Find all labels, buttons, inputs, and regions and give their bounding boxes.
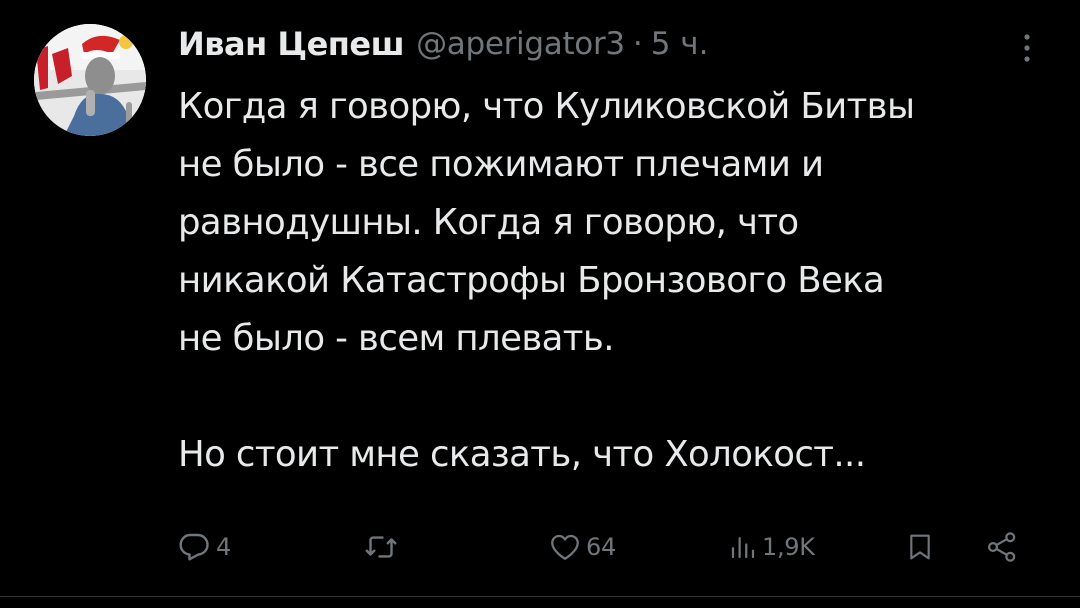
- tweet-actions: 4 64 1,9K: [0, 525, 1080, 569]
- reply-button[interactable]: 4: [176, 525, 231, 569]
- views-button[interactable]: 1,9K: [728, 525, 815, 569]
- more-vertical-icon: [1024, 34, 1030, 62]
- share-button[interactable]: [984, 525, 1020, 569]
- heart-icon: [551, 534, 579, 560]
- avatar-image: [34, 24, 146, 136]
- bookmark-button[interactable]: [904, 525, 936, 569]
- like-count: 64: [586, 533, 616, 561]
- tweet-divider: [0, 596, 1080, 597]
- views-icon: [731, 537, 755, 559]
- timestamp[interactable]: 5 ч.: [651, 26, 709, 62]
- share-icon: [987, 532, 1016, 562]
- retweet-icon: [365, 536, 397, 558]
- reply-count: 4: [216, 533, 231, 561]
- separator-dot: ·: [632, 26, 643, 62]
- avatar[interactable]: [34, 24, 146, 136]
- tweet[interactable]: Иван Цепеш @aperigator3 · 5 ч. Когда я г…: [0, 0, 1080, 608]
- tweet-header: Иван Цепеш @aperigator3 · 5 ч.: [178, 20, 708, 68]
- tweet-text: Когда я говорю, что Куликовской Битвы не…: [178, 78, 1058, 484]
- like-button[interactable]: 64: [548, 525, 616, 569]
- bookmark-icon: [910, 534, 930, 560]
- views-count: 1,9K: [762, 533, 815, 561]
- tweet-paragraph: Когда я говорю, что Куликовской Битвы не…: [178, 86, 915, 359]
- tweet-paragraph: Но стоит мне сказать, что Холокост...: [178, 434, 866, 475]
- more-options-button[interactable]: [1012, 28, 1042, 68]
- retweet-button[interactable]: [362, 525, 404, 569]
- display-name[interactable]: Иван Цепеш: [178, 25, 405, 63]
- reply-icon: [179, 533, 209, 561]
- username-handle[interactable]: @aperigator3: [416, 26, 625, 62]
